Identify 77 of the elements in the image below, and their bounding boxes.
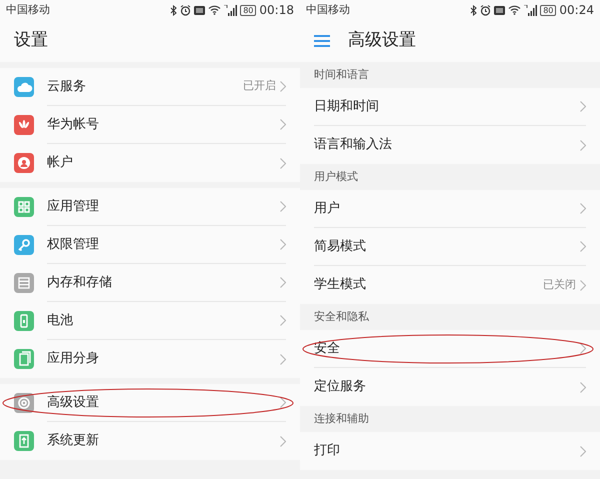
- section-header: 安全和隐私: [314, 308, 369, 325]
- chevron-icon: [280, 239, 286, 250]
- row-label: 帐户: [47, 154, 73, 172]
- settings-row[interactable]: 高级设置: [0, 384, 300, 422]
- settings-row[interactable]: 电池: [0, 302, 300, 340]
- clock-time: 00:18: [259, 2, 294, 19]
- row-label: 内存和存储: [47, 274, 112, 292]
- signal-icon: [224, 4, 238, 16]
- chevron-icon: [580, 241, 586, 252]
- section-header: 连接和辅助: [314, 410, 369, 427]
- settings-row[interactable]: 语言和输入法: [300, 126, 600, 164]
- chevron-icon: [580, 446, 586, 456]
- menu-icon[interactable]: [314, 35, 330, 47]
- settings-row[interactable]: 权限管理: [0, 226, 300, 264]
- clock-time: 00:24: [559, 2, 594, 19]
- row-label: 语言和输入法: [314, 136, 392, 154]
- row-label: 应用管理: [47, 198, 99, 216]
- settings-row[interactable]: 云服务 已开启: [0, 68, 300, 106]
- battery-indicator: 80: [540, 4, 556, 16]
- alarm-icon: [480, 4, 492, 16]
- chevron-icon: [280, 158, 286, 168]
- settings-row[interactable]: 用户: [300, 190, 600, 228]
- row-label: 简易模式: [314, 238, 366, 256]
- carrier-name: 中国移动: [306, 2, 350, 18]
- chevron-icon: [280, 397, 286, 408]
- chevron-icon: [280, 81, 286, 92]
- chevron-icon: [580, 101, 586, 112]
- settings-row[interactable]: 打印: [300, 432, 600, 470]
- chevron-icon: [280, 119, 286, 130]
- settings-row[interactable]: 系统更新: [0, 422, 300, 460]
- row-label: 华为帐号: [47, 116, 99, 134]
- chevron-icon: [280, 277, 286, 288]
- settings-row[interactable]: 日期和时间: [300, 88, 600, 126]
- alarm-icon: [180, 4, 192, 16]
- chevron-icon: [280, 436, 286, 446]
- chevron-icon: [280, 354, 286, 364]
- settings-row[interactable]: 定位服务: [300, 368, 600, 406]
- row-value: 已开启: [243, 78, 276, 94]
- chevron-icon: [580, 203, 586, 214]
- row-label: 系统更新: [47, 432, 99, 450]
- chevron-icon: [580, 280, 586, 290]
- row-label: 权限管理: [47, 236, 99, 254]
- hd-icon: [494, 6, 506, 14]
- chevron-icon: [280, 315, 286, 326]
- row-label: 应用分身: [47, 350, 99, 368]
- row-label: 学生模式: [314, 276, 366, 294]
- row-label: 定位服务: [314, 378, 366, 396]
- row-label: 高级设置: [47, 394, 99, 412]
- signal-icon: [524, 4, 538, 16]
- settings-row[interactable]: 应用管理: [0, 188, 300, 226]
- section-header: 时间和语言: [314, 66, 369, 83]
- settings-row[interactable]: 简易模式: [300, 228, 600, 266]
- chevron-icon: [580, 343, 586, 354]
- row-label: 打印: [314, 442, 340, 460]
- row-label: 用户: [314, 200, 340, 218]
- row-label: 日期和时间: [314, 98, 379, 116]
- bluetooth-icon: [170, 4, 178, 16]
- wifi-icon: [508, 5, 522, 15]
- row-label: 云服务: [47, 78, 86, 96]
- row-value: 已关闭: [543, 276, 576, 293]
- battery-indicator: 80: [240, 4, 256, 16]
- settings-row[interactable]: 学生模式 已关闭: [300, 266, 600, 304]
- settings-row[interactable]: 华为帐号: [0, 106, 300, 144]
- bluetooth-icon: [470, 4, 478, 16]
- settings-row[interactable]: 帐户: [0, 144, 300, 182]
- page-title: 高级设置: [348, 29, 416, 52]
- wifi-icon: [208, 5, 222, 15]
- hd-icon: [194, 6, 206, 14]
- chevron-icon: [580, 140, 586, 150]
- section-header: 用户模式: [314, 168, 358, 185]
- chevron-icon: [580, 382, 586, 392]
- settings-row[interactable]: 应用分身: [0, 340, 300, 378]
- row-label: 电池: [47, 312, 73, 330]
- carrier-name: 中国移动: [6, 2, 50, 18]
- settings-row[interactable]: 内存和存储: [0, 264, 300, 302]
- page-title: 设置: [14, 29, 48, 52]
- chevron-icon: [280, 201, 286, 212]
